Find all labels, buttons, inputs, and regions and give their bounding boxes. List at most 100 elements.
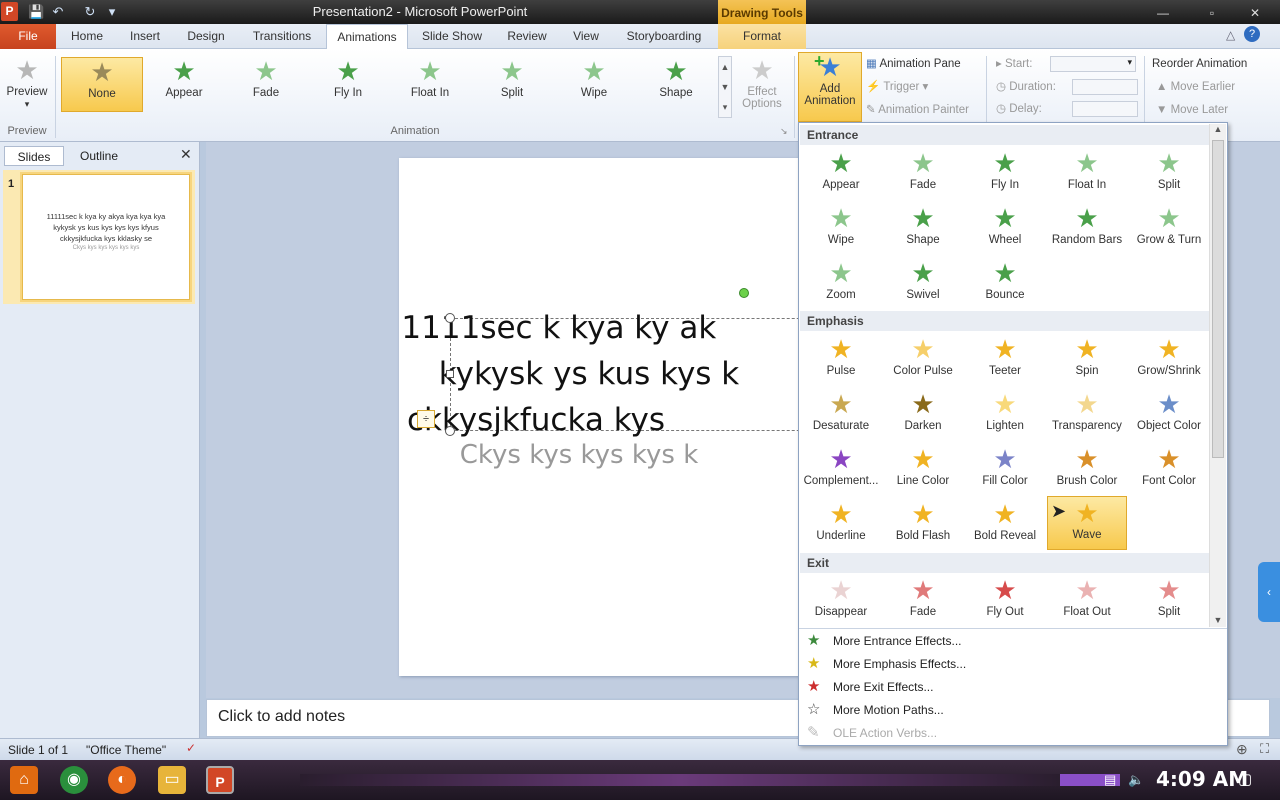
scrollbar-thumb[interactable] [1212,140,1224,458]
animation-split[interactable]: ★ Split [475,57,549,99]
entrance-appear[interactable]: ★ Appear [801,147,881,201]
ole-action-verbs[interactable]: ✎ OLE Action Verbs... [803,722,1223,744]
autofit-options-icon[interactable]: ÷ [417,410,435,428]
animation-none[interactable]: ★ None [61,57,143,112]
resize-handle[interactable] [446,370,454,378]
move-earlier-button[interactable]: ▲ Move Earlier [1156,77,1235,97]
firefox-icon[interactable]: ◐ [108,766,136,794]
tab-home[interactable]: Home [62,24,112,49]
animation-appear[interactable]: ★ Appear [147,57,221,99]
more-entrance-effects[interactable]: ★ More Entrance Effects... [803,630,1223,652]
add-animation-button[interactable]: ★ + Add Animation [798,51,862,122]
gallery-scroll-buttons[interactable]: ▲ ▼ ▾ [718,56,732,118]
scroll-down-icon[interactable]: ▼ [1210,615,1226,625]
more-motion-paths[interactable]: ☆ More Motion Paths... [803,699,1223,721]
file-explorer-icon[interactable]: ▭ [158,766,186,794]
delay-spinner[interactable] [1072,101,1138,117]
tab-insert[interactable]: Insert [118,24,172,49]
entrance-grow-turn[interactable]: ★ Grow & Turn [1129,202,1209,256]
emphasis-pulse[interactable]: ★ Pulse [801,333,881,387]
more-emphasis-effects[interactable]: ★ More Emphasis Effects... [803,653,1223,675]
entrance-split[interactable]: ★ Split [1129,147,1209,201]
entrance-wheel[interactable]: ★ Wheel [965,202,1045,256]
powerpoint-taskbar-icon[interactable]: P [206,766,234,794]
emphasis-color-pulse[interactable]: ★ Color Pulse [883,333,963,387]
emphasis-darken[interactable]: ★ Darken [883,388,963,442]
tab-review[interactable]: Review [498,24,556,49]
gallery-scrollbar[interactable]: ▲ ▼ [1209,124,1226,627]
animation-fade[interactable]: ★ Fade [229,57,303,99]
emphasis-line-color[interactable]: ★ Line Color [883,443,963,497]
volume-icon[interactable]: 🔈 [1128,772,1144,788]
side-panel-toggle[interactable]: ‹ [1258,562,1280,622]
emphasis-bold-flash[interactable]: ★ Bold Flash [883,498,963,552]
animation-pane-button[interactable]: ▦ Animation Pane [866,54,961,74]
trigger-button[interactable]: ⚡ Trigger ▾ [866,77,928,97]
minimize-button[interactable]: — [1148,4,1178,22]
resize-handle[interactable] [445,313,455,323]
tab-format[interactable]: Format [718,24,806,49]
zoom-in-icon[interactable]: ⊕ [1236,741,1248,758]
entrance-swivel[interactable]: ★ Swivel [883,257,963,311]
more-exit-effects[interactable]: ★ More Exit Effects... [803,676,1223,698]
theme-name[interactable]: "Office Theme" [86,743,166,757]
emphasis-grow-shrink[interactable]: ★ Grow/Shrink [1129,333,1209,387]
tab-outline[interactable]: Outline [66,146,132,166]
entrance-random-bars[interactable]: ★ Random Bars [1047,202,1127,256]
move-later-button[interactable]: ▼ Move Later [1156,100,1228,120]
emphasis-transparency[interactable]: ★ Transparency [1047,388,1127,442]
chrome-icon[interactable]: ◉ [60,766,88,794]
emphasis-spin[interactable]: ★ Spin [1047,333,1127,387]
spell-check-icon[interactable]: ✓ [186,741,196,755]
close-pane-icon[interactable]: ✕ [180,146,192,163]
dialog-launcher-icon[interactable]: ↘ [780,126,788,137]
tab-slides[interactable]: Slides [4,146,64,166]
clock[interactable]: 4:09 AM [1156,767,1248,791]
emphasis-bold-reveal[interactable]: ★ Bold Reveal [965,498,1045,552]
effect-options-button[interactable]: ★ Effect Options [736,56,788,110]
entrance-zoom[interactable]: ★ Zoom [801,257,881,311]
exit-fly-out[interactable]: ★ Fly Out [965,574,1045,628]
entrance-fade[interactable]: ★ Fade [883,147,963,201]
save-icon[interactable]: 💾 [28,4,44,20]
redo-icon[interactable]: ↻ [82,4,98,20]
network-icon[interactable]: ▤ [1104,772,1116,788]
minimize-ribbon-icon[interactable]: △ [1226,28,1235,42]
entrance-shape[interactable]: ★ Shape [883,202,963,256]
entrance-float-in[interactable]: ★ Float In [1047,147,1127,201]
emphasis-object-color[interactable]: ★ Object Color [1129,388,1209,442]
preview-button[interactable]: ★ Preview ▾ [2,56,52,110]
tab-file[interactable]: File [0,24,56,49]
tab-slide-show[interactable]: Slide Show [414,24,490,49]
emphasis-lighten[interactable]: ★ Lighten [965,388,1045,442]
scroll-up-icon[interactable]: ▲ [1210,124,1226,134]
animation-float-in[interactable]: ★ Float In [393,57,467,99]
notifications-icon[interactable]: ▢ [1238,770,1252,788]
exit-fade[interactable]: ★ Fade [883,574,963,628]
exit-split[interactable]: ★ Split [1129,574,1209,628]
animation-wipe[interactable]: ★ Wipe [557,57,631,99]
entrance-bounce[interactable]: ★ Bounce [965,257,1045,311]
tab-animations[interactable]: Animations [326,24,408,50]
exit-disappear[interactable]: ★ Disappear [801,574,881,628]
tab-view[interactable]: View [562,24,610,49]
emphasis-fill-color[interactable]: ★ Fill Color [965,443,1045,497]
maximize-button[interactable]: ▫ [1197,4,1227,22]
start-button[interactable]: ⌂ [10,766,38,794]
tab-design[interactable]: Design [178,24,234,49]
animation-fly-in[interactable]: ★ Fly In [311,57,385,99]
powerpoint-app-icon[interactable]: P [1,2,18,21]
exit-float-out[interactable]: ★ Float Out [1047,574,1127,628]
help-icon[interactable]: ? [1244,26,1260,42]
emphasis-underline[interactable]: ★ Underline [801,498,881,552]
emphasis-desaturate[interactable]: ★ Desaturate [801,388,881,442]
fit-slide-icon[interactable]: ⛶ [1260,741,1269,757]
slide-canvas[interactable]: 11111sec k kya ky ak kykysk ys kus kys k… [399,158,799,676]
emphasis-complement[interactable]: ★ Complement... [801,443,881,497]
undo-icon[interactable]: ↶ [50,4,66,20]
entrance-fly-in[interactable]: ★ Fly In [965,147,1045,201]
entrance-wipe[interactable]: ★ Wipe [801,202,881,256]
emphasis-teeter[interactable]: ★ Teeter [965,333,1045,387]
tab-storyboarding[interactable]: Storyboarding [618,24,710,49]
duration-spinner[interactable] [1072,79,1138,95]
